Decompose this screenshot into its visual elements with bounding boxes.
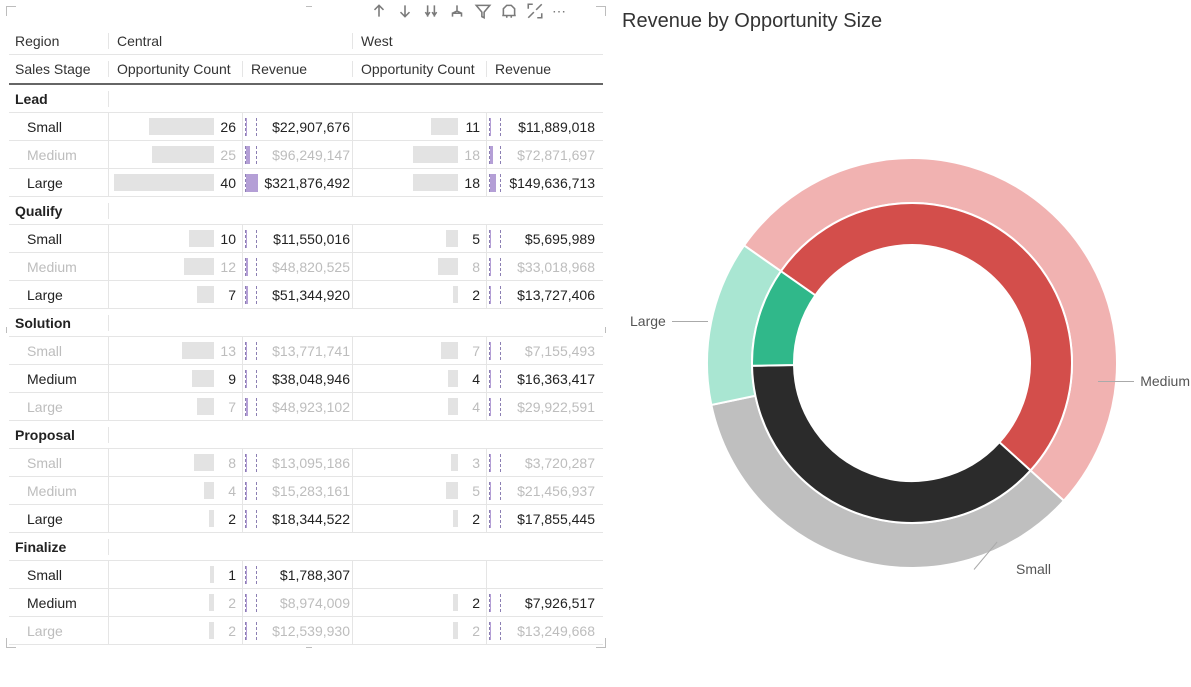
donut-visual[interactable]: Revenue by Opportunity Size Large Medium… (604, 8, 1187, 646)
row-header-stage[interactable]: Sales Stage (9, 61, 109, 77)
group-row[interactable]: Solution (9, 309, 603, 337)
matrix-body: LeadSmall26$22,907,67611$11,889,018Mediu… (9, 85, 603, 645)
group-row[interactable]: Finalize (9, 533, 603, 561)
data-row[interactable]: Small26$22,907,67611$11,889,018 (9, 113, 603, 141)
row-header-region[interactable]: Region (9, 33, 109, 49)
data-row[interactable]: Large2$18,344,5222$17,855,445 (9, 505, 603, 533)
data-row[interactable]: Medium25$96,249,14718$72,871,697 (9, 141, 603, 169)
data-row[interactable]: Medium9$38,048,9464$16,363,417 (9, 365, 603, 393)
data-row[interactable]: Small10$11,550,0165$5,695,989 (9, 225, 603, 253)
measure-header-revenue[interactable]: Revenue (243, 61, 353, 77)
matrix-visual[interactable]: Region Central West Sales Stage Opportun… (8, 8, 604, 646)
donut-label-large: Large (630, 313, 708, 329)
donut-chart[interactable] (622, 63, 1182, 623)
data-row[interactable]: Small8$13,095,1863$3,720,287 (9, 449, 603, 477)
donut-title: Revenue by Opportunity Size (622, 10, 1187, 33)
data-row[interactable]: Small1$1,788,307 (9, 561, 603, 589)
data-row[interactable]: Medium12$48,820,5258$33,018,968 (9, 253, 603, 281)
data-row[interactable]: Large7$51,344,9202$13,727,406 (9, 281, 603, 309)
measure-header-count[interactable]: Opportunity Count (109, 61, 243, 77)
matrix-header-row: Region Central West (9, 27, 603, 55)
group-row[interactable]: Lead (9, 85, 603, 113)
group-row[interactable]: Proposal (9, 421, 603, 449)
measure-header-revenue[interactable]: Revenue (487, 61, 597, 77)
data-row[interactable]: Large40$321,876,49218$149,636,713 (9, 169, 603, 197)
donut-label-medium: Medium (1098, 373, 1190, 389)
data-row[interactable]: Large7$48,923,1024$29,922,591 (9, 393, 603, 421)
matrix-subheader-row: Sales Stage Opportunity Count Revenue Op… (9, 55, 603, 85)
data-row[interactable]: Medium2$8,974,0092$7,926,517 (9, 589, 603, 617)
donut-label-small: Small (974, 561, 1051, 577)
data-row[interactable]: Small13$13,771,7417$7,155,493 (9, 337, 603, 365)
measure-header-count[interactable]: Opportunity Count (353, 61, 487, 77)
data-row[interactable]: Large2$12,539,9302$13,249,668 (9, 617, 603, 645)
group-row[interactable]: Qualify (9, 197, 603, 225)
column-header-central[interactable]: Central (109, 33, 353, 49)
column-header-west[interactable]: West (353, 33, 597, 49)
data-row[interactable]: Medium4$15,283,1615$21,456,937 (9, 477, 603, 505)
